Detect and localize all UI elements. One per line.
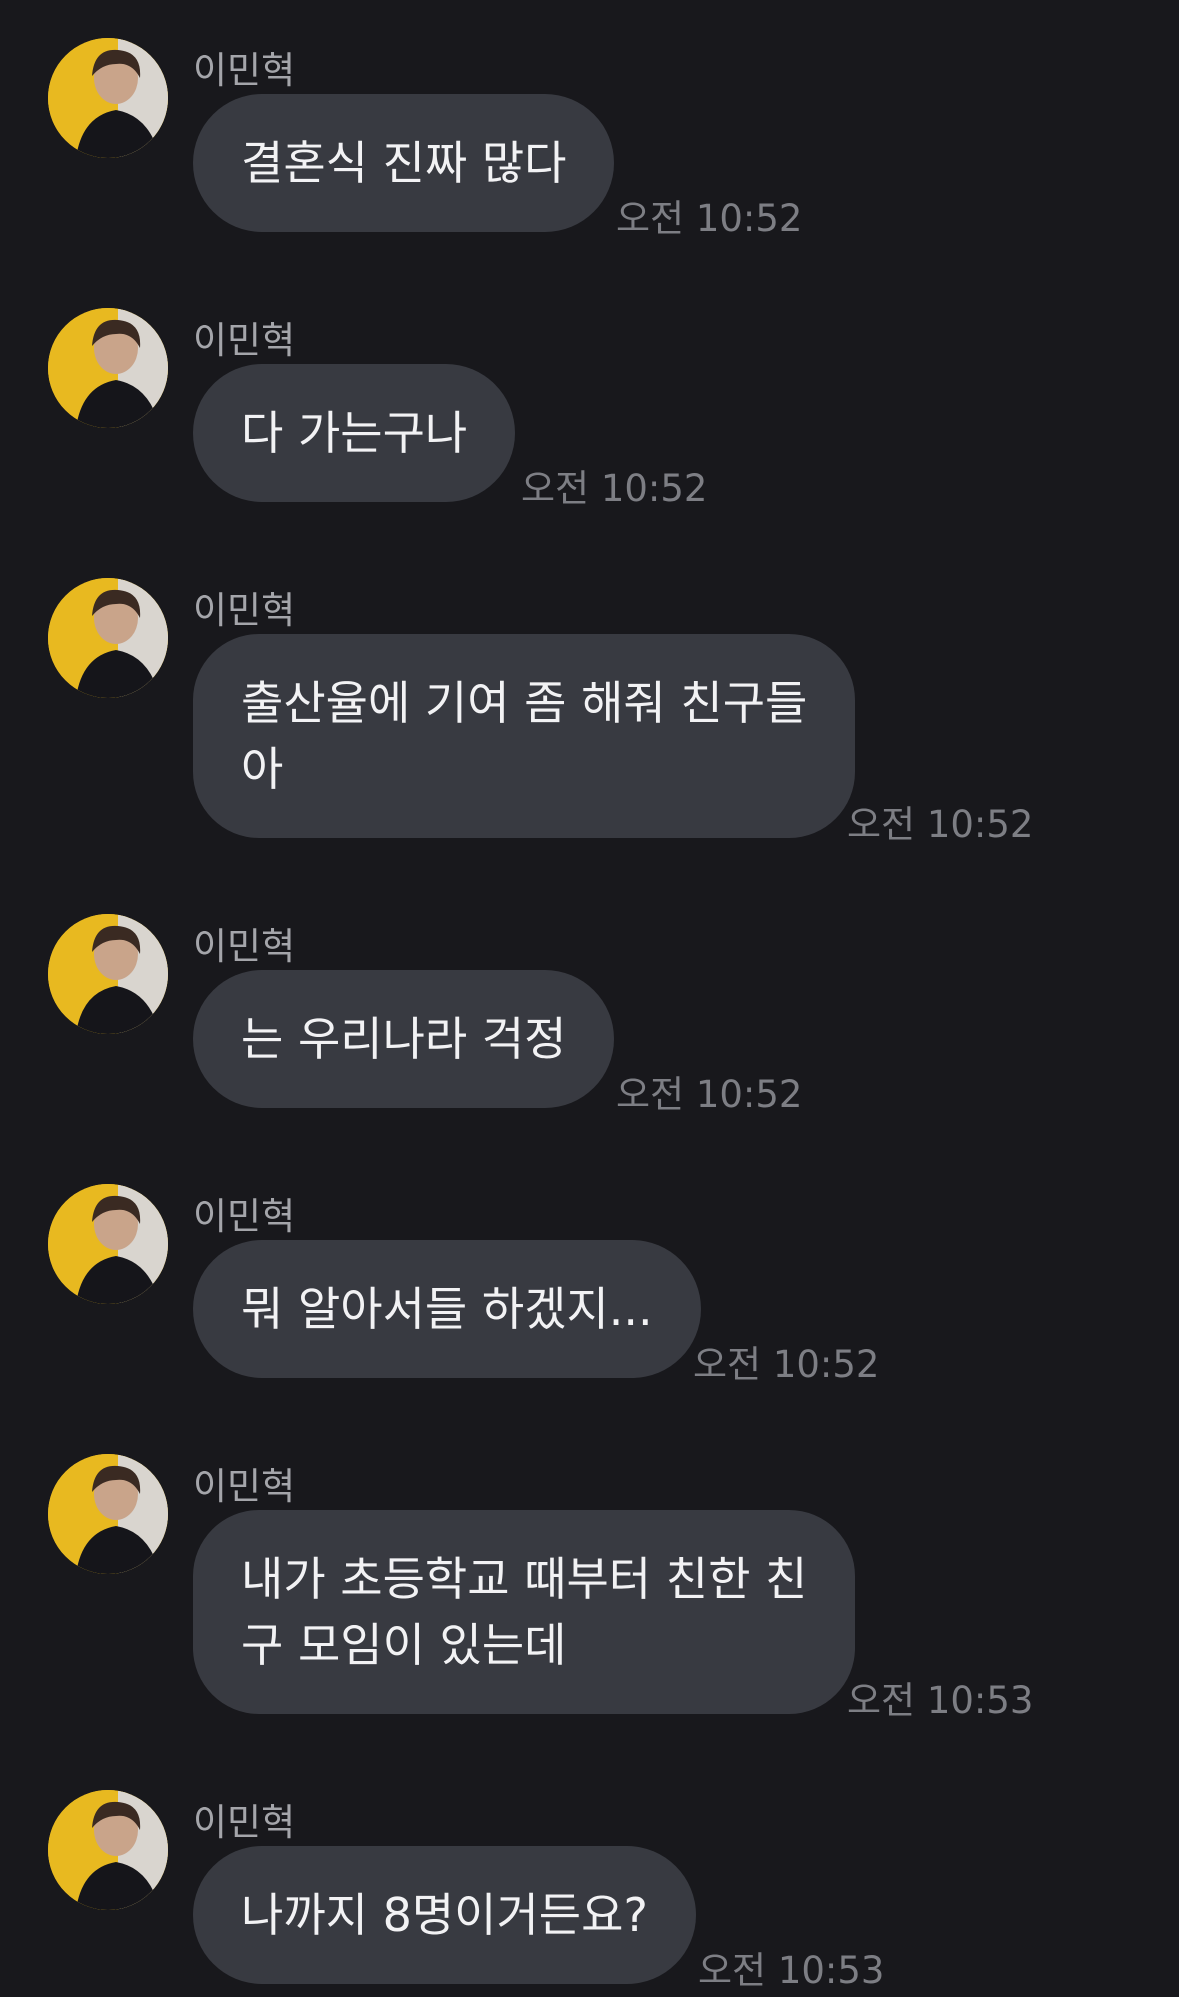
sender-name: 이민혁	[193, 49, 296, 92]
message-text-line: 구 모임이 있는데	[241, 1618, 567, 1672]
sender-name: 이민혁	[193, 319, 296, 362]
message-time: 오전 10:53	[698, 1949, 885, 1992]
profile-avatar[interactable]	[48, 1184, 168, 1304]
sender-name: 이민혁	[193, 1801, 296, 1844]
sender-name: 이민혁	[193, 925, 296, 968]
message-text: 뭐 알아서들 하겠지...	[241, 1282, 653, 1336]
profile-avatar[interactable]	[48, 1454, 168, 1574]
sender-name: 이민혁	[193, 589, 296, 632]
profile-avatar[interactable]	[48, 1790, 168, 1910]
message-bubble[interactable]: 다 가는구나	[193, 364, 516, 502]
message-time: 오전 10:52	[616, 1073, 803, 1116]
message-time: 오전 10:52	[521, 467, 708, 510]
message-text: 는 우리나라 걱정	[241, 1012, 567, 1066]
message-bubble[interactable]: 출산율에 기여 좀 해줘 친구들 아	[193, 634, 856, 838]
message-text: 나까지 8명이거든요?	[241, 1888, 648, 1942]
profile-avatar[interactable]	[48, 914, 168, 1034]
message-bubble[interactable]: 뭐 알아서들 하겠지...	[193, 1240, 701, 1378]
profile-avatar[interactable]	[48, 578, 168, 698]
message-time: 오전 10:52	[616, 197, 803, 240]
message-text: 다 가는구나	[241, 406, 468, 460]
message-text-line: 내가 초등학교 때부터 친한 친	[241, 1552, 808, 1606]
profile-avatar[interactable]	[48, 38, 168, 158]
message-text: 결혼식 진짜 많다	[241, 136, 567, 190]
message-time: 오전 10:52	[847, 803, 1034, 846]
message-bubble[interactable]: 내가 초등학교 때부터 친한 친 구 모임이 있는데	[193, 1510, 856, 1714]
profile-avatar[interactable]	[48, 308, 168, 428]
message-text-line: 아	[241, 742, 284, 796]
sender-name: 이민혁	[193, 1195, 296, 1238]
message-text-line: 출산율에 기여 좀 해줘 친구들	[241, 676, 808, 730]
message-bubble[interactable]: 결혼식 진짜 많다	[193, 94, 615, 232]
sender-name: 이민혁	[193, 1465, 296, 1508]
message-bubble[interactable]: 는 우리나라 걱정	[193, 970, 615, 1108]
message-time: 오전 10:53	[847, 1679, 1034, 1722]
message-time: 오전 10:52	[693, 1343, 880, 1386]
message-bubble[interactable]: 나까지 8명이거든요?	[193, 1846, 696, 1984]
